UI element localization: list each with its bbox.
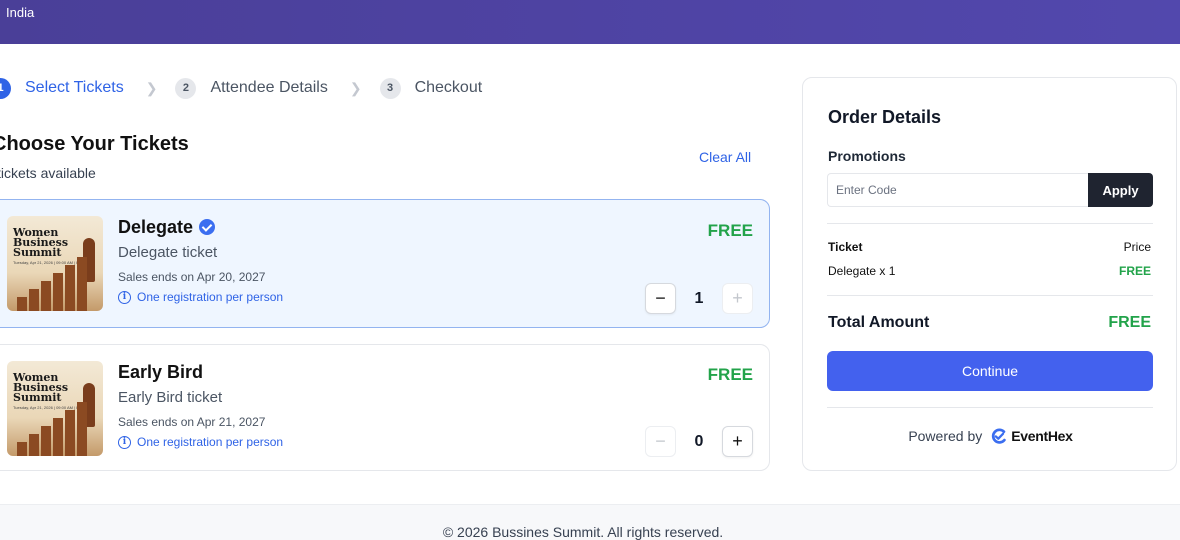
info-icon: i — [118, 435, 131, 449]
total-amount-value: FREE — [1108, 314, 1151, 331]
bar-steps-graphic — [17, 402, 87, 456]
step-attendee-details[interactable]: 2 Attendee Details — [175, 77, 328, 99]
apply-button[interactable]: Apply — [1088, 173, 1153, 207]
top-header-bar: India — [0, 0, 1180, 44]
ticket-card-early-bird[interactable]: Women Business Summit Tuesday, Apr 21, 2… — [0, 344, 770, 471]
quantity-stepper: − 0 + — [645, 426, 753, 457]
step-number: 2 — [175, 77, 197, 99]
step-number: 3 — [379, 77, 401, 99]
increment-button[interactable]: + — [722, 283, 753, 314]
info-icon: i — [118, 290, 131, 304]
quantity-stepper: − 1 + — [645, 283, 753, 314]
brand-name: EventHex — [1011, 428, 1073, 444]
chevron-right-icon: ❯ — [145, 79, 158, 96]
divider — [827, 295, 1153, 296]
ticket-description: Early Bird ticket — [118, 389, 223, 406]
ticket-name-text: Delegate — [118, 217, 194, 237]
tickets-available-text: tickets available — [0, 165, 96, 181]
total-amount-label: Total Amount — [828, 314, 930, 331]
verified-check-icon — [199, 219, 216, 235]
ticket-name: Delegate — [118, 217, 216, 238]
increment-button[interactable]: + — [722, 426, 753, 457]
divider — [827, 223, 1153, 224]
ticket-price: FREE — [707, 365, 753, 384]
decrement-button[interactable]: − — [645, 426, 676, 457]
location-label: India — [6, 5, 35, 20]
step-label: Checkout — [414, 79, 483, 96]
powered-by: Powered by EventHex — [803, 427, 1178, 445]
registration-info: i One registration per person — [118, 435, 283, 449]
event-thumbnail: Women Business Summit Tuesday, Apr 21, 2… — [7, 216, 103, 311]
ticket-name: Early Bird — [118, 362, 204, 382]
thumbnail-title: Women Business Summit — [13, 226, 69, 259]
ticket-column-header: Ticket — [828, 240, 863, 254]
chevron-right-icon: ❯ — [349, 79, 362, 96]
ticket-price: FREE — [707, 221, 753, 240]
step-label: Attendee Details — [210, 79, 328, 96]
powered-by-text: Powered by — [908, 428, 983, 444]
eventhex-logo-icon — [992, 428, 1006, 444]
sales-end-text: Sales ends on Apr 21, 2027 — [118, 415, 266, 429]
sales-end-text: Sales ends on Apr 20, 2027 — [118, 270, 266, 284]
order-title: Order Details — [828, 107, 942, 127]
ticket-description: Delegate ticket — [118, 244, 218, 261]
registration-info-text: One registration per person — [137, 290, 284, 304]
order-details-panel: Order Details Promotions Apply Ticket Pr… — [802, 77, 1177, 471]
quantity-value: 1 — [694, 289, 704, 307]
step-label: Select Tickets — [25, 79, 124, 96]
thumbnail-title: Women Business Summit — [13, 371, 69, 404]
promotions-label: Promotions — [828, 148, 906, 164]
page-title: Choose Your Tickets — [0, 133, 189, 155]
decrement-button[interactable]: − — [645, 283, 676, 314]
bar-steps-graphic — [17, 257, 87, 311]
footer: © 2026 Bussines Summit. All rights reser… — [0, 504, 1180, 540]
ticket-card-delegate[interactable]: Women Business Summit Tuesday, Apr 21, 2… — [0, 199, 770, 328]
step-select-tickets[interactable]: 1 Select Tickets — [0, 77, 124, 99]
step-checkout[interactable]: 3 Checkout — [379, 77, 483, 99]
checkout-steps: 1 Select Tickets ❯ 2 Attendee Details ❯ … — [0, 77, 482, 99]
step-number: 1 — [0, 77, 11, 99]
clear-all-link[interactable]: Clear All — [699, 149, 751, 165]
line-item-price: FREE — [1118, 264, 1151, 278]
line-item-name: Delegate x 1 — [828, 264, 896, 278]
promo-code-input[interactable] — [827, 173, 1089, 207]
registration-info-text: One registration per person — [137, 435, 284, 449]
divider — [827, 407, 1153, 408]
continue-button[interactable]: Continue — [827, 351, 1153, 391]
eventhex-logo[interactable]: EventHex — [990, 427, 1073, 445]
copyright-text: © 2026 Bussines Summit. All rights reser… — [442, 524, 724, 540]
quantity-value: 0 — [694, 432, 704, 450]
event-thumbnail: Women Business Summit Tuesday, Apr 21, 2… — [7, 361, 103, 456]
registration-info: i One registration per person — [118, 290, 283, 304]
price-column-header: Price — [1123, 240, 1151, 254]
